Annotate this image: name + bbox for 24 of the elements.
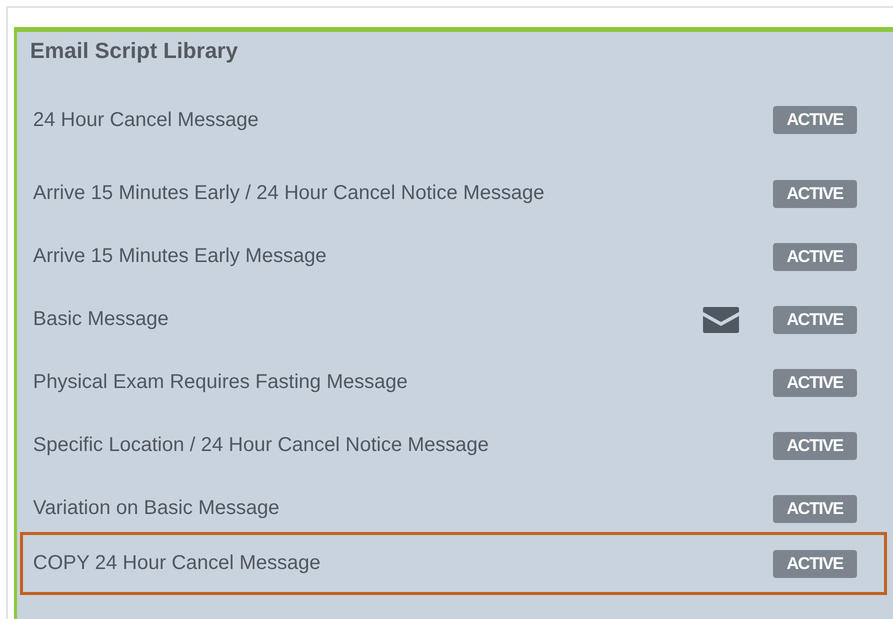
script-row[interactable]: COPY 24 Hour Cancel Message ACTIVE — [20, 532, 887, 595]
script-row[interactable]: 24 Hour Cancel Message ACTIVE — [17, 99, 887, 141]
status-badge: ACTIVE — [772, 180, 857, 208]
status-badge: ACTIVE — [772, 306, 857, 334]
script-name: 24 Hour Cancel Message — [33, 108, 260, 132]
status-badge: ACTIVE — [772, 550, 857, 578]
script-row[interactable]: Arrive 15 Minutes Early / 24 Hour Cancel Notice Message ACTIVE — [17, 162, 887, 225]
status-badge: ACTIVE — [772, 494, 857, 522]
status-badge: ACTIVE — [772, 368, 857, 396]
status-badge: ACTIVE — [772, 242, 857, 270]
script-name: Basic Message — [33, 308, 170, 331]
script-row[interactable]: Arrive 15 Minutes Early Message ACTIVE — [17, 225, 887, 288]
script-name: Specific Location / 24 Hour Cancel Notice Message — [33, 434, 490, 457]
script-name: Arrive 15 Minutes Early / 24 Hour Cancel Notice Message — [33, 182, 546, 205]
script-row[interactable]: Basic Message ACTIVE — [17, 288, 887, 351]
status-badge: ACTIVE — [772, 432, 857, 460]
script-row[interactable]: Physical Exam Requires Fasting Message ACTIVE — [17, 351, 887, 414]
status-badge: ACTIVE — [772, 106, 857, 134]
script-name: COPY 24 Hour Cancel Message — [33, 552, 322, 575]
panel-title: Email Script Library — [29, 37, 239, 65]
script-name: Arrive 15 Minutes Early Message — [33, 245, 328, 268]
script-name: Physical Exam Requires Fasting Message — [33, 371, 409, 394]
script-name: Variation on Basic Message — [33, 497, 280, 520]
script-row[interactable]: Specific Location / 24 Hour Cancel Notice Message ACTIVE — [17, 414, 887, 477]
